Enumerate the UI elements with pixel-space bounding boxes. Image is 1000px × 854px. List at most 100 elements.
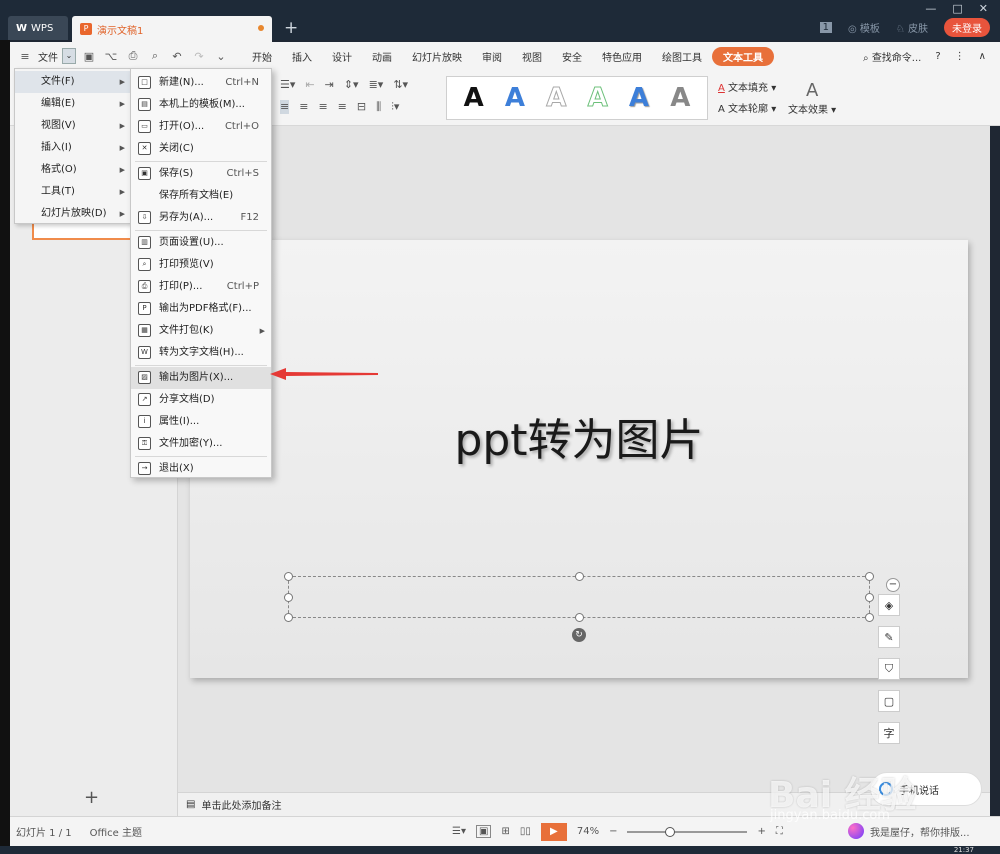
- resize-handle[interactable]: [865, 613, 874, 622]
- align-center-icon[interactable]: ≡: [299, 100, 308, 114]
- align-right-icon[interactable]: ≡: [318, 100, 327, 114]
- menu-item-export-image[interactable]: ▨ 输出为图片(X)...: [131, 367, 271, 389]
- text-style-blue[interactable]: A: [505, 83, 525, 113]
- close-window-button[interactable]: ✕: [979, 2, 988, 15]
- menu-item-to-text[interactable]: W 转为文字文档(H)...: [131, 342, 271, 364]
- line-spacing-icon[interactable]: ⇕▾: [344, 78, 359, 91]
- resize-handle[interactable]: [575, 572, 584, 581]
- distribute-icon[interactable]: ⊟: [357, 100, 366, 114]
- menu-item-print[interactable]: ⎙ 打印(P)... Ctrl+P: [131, 276, 271, 298]
- notes-toggle-icon[interactable]: ☰▾: [452, 826, 466, 837]
- menu-item-page-setup[interactable]: ▥ 页面设置(U)...: [131, 232, 271, 254]
- border-icon[interactable]: ▢: [878, 690, 900, 712]
- menu-item-close[interactable]: ✕ 关闭(C): [131, 138, 271, 160]
- tab-view[interactable]: 视图: [512, 49, 552, 64]
- resize-handle[interactable]: [865, 593, 874, 602]
- menu-item-save[interactable]: ▣ 保存(S) Ctrl+S: [131, 163, 271, 185]
- menu-item-file[interactable]: 文件(F) ▶: [15, 71, 131, 93]
- menu-item-insert[interactable]: 插入(I) ▶: [15, 137, 131, 159]
- text-style-gray-outline[interactable]: A: [546, 83, 567, 114]
- menu-item-edit[interactable]: 编辑(E) ▶: [15, 93, 131, 115]
- menu-item-exit[interactable]: → 退出(X): [131, 458, 271, 480]
- menu-item-slideshow[interactable]: 幻灯片放映(D) ▶: [15, 203, 131, 225]
- rotate-handle-icon[interactable]: ↻: [572, 628, 586, 642]
- text-style-gray[interactable]: A: [670, 83, 690, 113]
- maximize-button[interactable]: □: [952, 2, 962, 15]
- tab-animation[interactable]: 动画: [362, 49, 402, 64]
- text-style-blue-shadow[interactable]: A: [629, 83, 649, 113]
- text-effect-button[interactable]: A 文本效果 ▾: [788, 80, 836, 116]
- justify-icon[interactable]: ≡: [338, 100, 347, 114]
- preview-icon[interactable]: ⌕: [146, 49, 164, 63]
- tab-start[interactable]: 开始: [242, 49, 282, 64]
- customize-icon[interactable]: ⌄: [212, 50, 230, 63]
- menu-item-open[interactable]: ▭ 打开(O)... Ctrl+O: [131, 116, 271, 138]
- resize-handle[interactable]: [284, 572, 293, 581]
- resize-handle[interactable]: [284, 593, 293, 602]
- wps-home-tab[interactable]: W WPS: [8, 16, 68, 40]
- search-command[interactable]: ⌕ 查找命令...: [863, 49, 921, 64]
- fit-window-icon[interactable]: ⛶: [776, 826, 783, 837]
- zoom-in-button[interactable]: +: [757, 826, 765, 837]
- new-tab-button[interactable]: +: [284, 18, 298, 38]
- slide-title[interactable]: ppt转为图片: [190, 404, 968, 468]
- help-button[interactable]: ?: [935, 51, 940, 62]
- menu-item-package[interactable]: ▦ 文件打包(K) ▶: [131, 320, 271, 342]
- bullet-list-icon[interactable]: ☰▾: [280, 78, 295, 91]
- menu-item-share[interactable]: ↗ 分享文档(D): [131, 389, 271, 411]
- undo-icon[interactable]: ↶: [168, 50, 186, 63]
- tab-design[interactable]: 设计: [322, 49, 362, 64]
- file-menu-label[interactable]: 文件: [38, 49, 58, 64]
- selected-text-box[interactable]: [284, 572, 874, 622]
- text-fill-button[interactable]: A 文本填充 ▾: [718, 78, 776, 99]
- more-button[interactable]: ⋮: [955, 51, 965, 62]
- skin-link[interactable]: ♘ 皮肤: [896, 20, 928, 35]
- align-left-icon[interactable]: ≡: [280, 100, 290, 114]
- login-button[interactable]: 未登录: [944, 18, 990, 37]
- menu-item-save-all[interactable]: 保存所有文档(E): [131, 185, 271, 207]
- columns-icon[interactable]: ⫼: [376, 100, 381, 114]
- decrease-indent-icon[interactable]: ⇤: [305, 78, 314, 91]
- print-icon[interactable]: ⎙: [124, 49, 142, 63]
- play-slideshow-button[interactable]: ▶: [540, 822, 567, 841]
- menu-item-export-pdf[interactable]: P 输出为PDF格式(F)...: [131, 298, 271, 320]
- menu-item-tools[interactable]: 工具(T) ▶: [15, 181, 131, 203]
- slide[interactable]: ppt转为图片 ↻: [190, 240, 968, 678]
- text-style-black[interactable]: A: [464, 83, 484, 113]
- fill-icon[interactable]: ⛉: [878, 658, 900, 680]
- export-icon[interactable]: ⌥: [102, 50, 120, 63]
- redo-icon[interactable]: ↷: [190, 50, 208, 63]
- normal-view-icon[interactable]: ▣: [475, 825, 492, 838]
- tab-insert[interactable]: 插入: [282, 49, 322, 64]
- menu-item-templates[interactable]: ▤ 本机上的模板(M)...: [131, 94, 271, 116]
- menu-item-format[interactable]: 格式(O) ▶: [15, 159, 131, 181]
- vertical-align-icon[interactable]: ⫶▾: [391, 100, 399, 114]
- resize-handle[interactable]: [284, 613, 293, 622]
- assistant[interactable]: 我是屋仔，帮你排版...: [848, 823, 970, 839]
- resize-handle[interactable]: [865, 572, 874, 581]
- text-format-icon[interactable]: 字: [878, 722, 900, 744]
- zoom-out-button[interactable]: −: [609, 826, 617, 837]
- menu-item-save-as[interactable]: ⇩ 另存为(A)... F12: [131, 207, 271, 229]
- template-link[interactable]: ◎ 模板: [848, 20, 880, 35]
- tab-slideshow[interactable]: 幻灯片放映: [402, 49, 472, 64]
- text-direction-icon[interactable]: ⇅▾: [393, 78, 408, 91]
- hamburger-icon[interactable]: ≡: [16, 50, 34, 63]
- tab-special[interactable]: 特色应用: [592, 49, 652, 64]
- zoom-slider-knob[interactable]: [665, 826, 676, 837]
- tab-security[interactable]: 安全: [552, 49, 592, 64]
- sorter-view-icon[interactable]: ⊞: [501, 826, 509, 837]
- menu-item-properties[interactable]: i 属性(I)...: [131, 411, 271, 433]
- window-count-badge[interactable]: 1: [819, 22, 832, 33]
- text-style-green-outline[interactable]: A: [587, 83, 608, 114]
- minimize-button[interactable]: —: [925, 2, 936, 15]
- menu-item-new[interactable]: □ 新建(N)... Ctrl+N: [131, 72, 271, 94]
- paragraph-icon[interactable]: ≣▾: [369, 78, 384, 91]
- resize-handle[interactable]: [575, 613, 584, 622]
- layers-icon[interactable]: ◈: [878, 594, 900, 616]
- save-icon[interactable]: ▣: [80, 50, 98, 63]
- file-dropdown-button[interactable]: ⌄: [62, 48, 76, 64]
- brush-icon[interactable]: ✎: [878, 626, 900, 648]
- zoom-slider[interactable]: [627, 826, 748, 837]
- text-outline-button[interactable]: A 文本轮廓 ▾: [718, 99, 776, 120]
